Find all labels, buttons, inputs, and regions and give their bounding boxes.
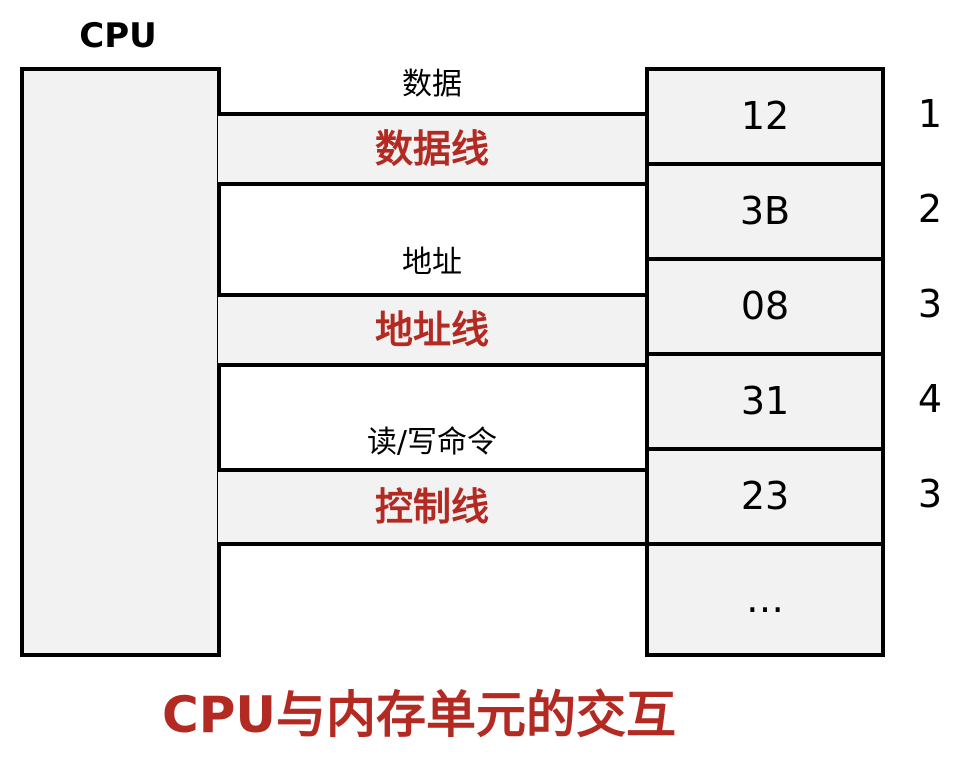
memory-block: 12 3B 08 31 23 … — [645, 67, 885, 657]
data-bus-name: 数据线 — [374, 127, 489, 171]
memory-cell: … — [746, 577, 784, 621]
cpu-box — [20, 67, 221, 657]
diagram-caption: CPU与内存单元的交互 — [162, 686, 676, 744]
memory-cell: 31 — [649, 356, 881, 451]
memory-address: 1 — [917, 92, 943, 136]
memory-cell: 23 — [649, 451, 881, 546]
data-signal-label: 数据 — [402, 67, 462, 102]
memory-address: 3 — [917, 282, 943, 326]
memory-cell: 08 — [649, 261, 881, 356]
control-bus-name: 控制线 — [374, 485, 489, 529]
cpu-title: CPU — [79, 16, 157, 56]
control-signal-label: 读/写命令 — [366, 425, 498, 460]
control-bus: 控制线 — [218, 468, 646, 546]
memory-cell: 3B — [649, 166, 881, 261]
address-bus-name: 地址线 — [374, 308, 489, 352]
memory-address: 3 — [917, 472, 943, 516]
data-bus: 数据线 — [218, 112, 646, 186]
address-bus: 地址线 — [218, 293, 646, 367]
memory-address: 4 — [917, 377, 943, 421]
memory-cell: 12 — [649, 71, 881, 166]
memory-address: 2 — [917, 187, 943, 231]
address-signal-label: 地址 — [402, 245, 462, 280]
